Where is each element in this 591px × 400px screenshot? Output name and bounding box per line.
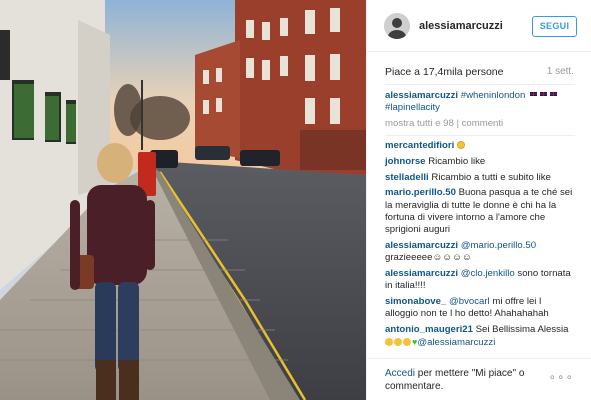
comment-username[interactable]: alessiamarcuzzi bbox=[385, 268, 458, 279]
avatar-icon bbox=[384, 13, 410, 39]
caption-username[interactable]: alessiamarcuzzi bbox=[385, 90, 458, 101]
comment: simonabove_ @bvocarl mi offre lei l allo… bbox=[385, 296, 575, 321]
smile-emoji-icon bbox=[385, 338, 393, 347]
comments-list: alessiamarcuzzi #wheninlondon #lapinella… bbox=[385, 90, 575, 353]
comment-username[interactable]: antonio_maugeri21 bbox=[385, 324, 473, 335]
comment-username[interactable]: mario.perillo.50 bbox=[385, 187, 456, 198]
comment: johnorse Ricambio like bbox=[385, 156, 575, 168]
comment-text: Ricambio a tutti e subito like bbox=[431, 171, 551, 183]
hashtag-lapinellacity[interactable]: #lapinellacity bbox=[385, 102, 440, 113]
comment-username[interactable]: mercantedifiori bbox=[385, 140, 454, 151]
more-options-icon[interactable]: ∘∘∘ bbox=[548, 371, 574, 383]
smile-emoji-icon bbox=[456, 141, 465, 150]
comment-username[interactable]: alessiamarcuzzi bbox=[385, 240, 458, 251]
comment: alessiamarcuzzi @clo.jenkillo sono torna… bbox=[385, 268, 575, 293]
comment-text: Sei Bellissima Alessia bbox=[475, 324, 569, 335]
post-sidebar: alessiamarcuzzi SEGUI Piace a 17,4mila p… bbox=[366, 0, 591, 400]
login-link[interactable]: Accedi bbox=[385, 368, 415, 379]
likes-text[interactable]: Piace a 17,4mila persone bbox=[385, 66, 504, 78]
comment-username[interactable]: stelladelli bbox=[385, 172, 429, 183]
user-avatar[interactable] bbox=[384, 13, 410, 39]
comment-mention[interactable]: @clo.jenkillo bbox=[461, 268, 515, 279]
caption: alessiamarcuzzi #wheninlondon #lapinella… bbox=[385, 90, 575, 115]
comment: mercantedifiori bbox=[385, 140, 575, 152]
comment: antonio_maugeri21 Sei Bellissima Alessia… bbox=[385, 324, 575, 350]
comment: mario.perillo.50 Buona pasqua a te ché s… bbox=[385, 187, 575, 237]
comment-text: Ricambio like bbox=[428, 156, 486, 167]
post-time[interactable]: 1 sett. bbox=[547, 66, 574, 77]
comment: stelladelli Ricambio a tutti e subito li… bbox=[385, 172, 575, 184]
post-photo[interactable] bbox=[0, 0, 366, 400]
comment-username[interactable]: simonabove_ bbox=[385, 296, 446, 307]
smile-emoji-icon bbox=[403, 338, 411, 347]
comment: alessiamarcuzzi @mario.perillo.50 grazie… bbox=[385, 240, 575, 265]
post-username[interactable]: alessiamarcuzzi bbox=[419, 20, 503, 32]
follow-button[interactable]: SEGUI bbox=[532, 16, 577, 37]
smile-emoji-icon bbox=[394, 338, 402, 347]
comment-text: grazieeeee☺☺☺☺ bbox=[385, 252, 472, 264]
comment-mention[interactable]: @bvocarl bbox=[449, 296, 490, 307]
post-footer: Accedi per mettere "Mi piace" o commenta… bbox=[367, 358, 591, 400]
comment-mention[interactable]: @alessiamarcuzzi bbox=[417, 337, 495, 348]
post-header: alessiamarcuzzi SEGUI bbox=[367, 0, 591, 52]
street-photo-illustration bbox=[0, 0, 366, 400]
login-prompt: Accedi per mettere "Mi piace" o commenta… bbox=[385, 368, 545, 393]
comment-username[interactable]: johnorse bbox=[385, 156, 426, 167]
comment-mention[interactable]: @mario.perillo.50 bbox=[461, 240, 536, 251]
divider bbox=[385, 135, 575, 137]
divider bbox=[385, 84, 575, 85]
show-all-comments[interactable]: mostra tutti e 98 | commenti bbox=[385, 118, 575, 130]
hashtag-wheninlondon[interactable]: #wheninlondon bbox=[461, 90, 526, 101]
uk-flag-icon bbox=[528, 91, 538, 97]
uk-flag-icon bbox=[538, 91, 548, 97]
uk-flag-icon bbox=[548, 91, 558, 97]
